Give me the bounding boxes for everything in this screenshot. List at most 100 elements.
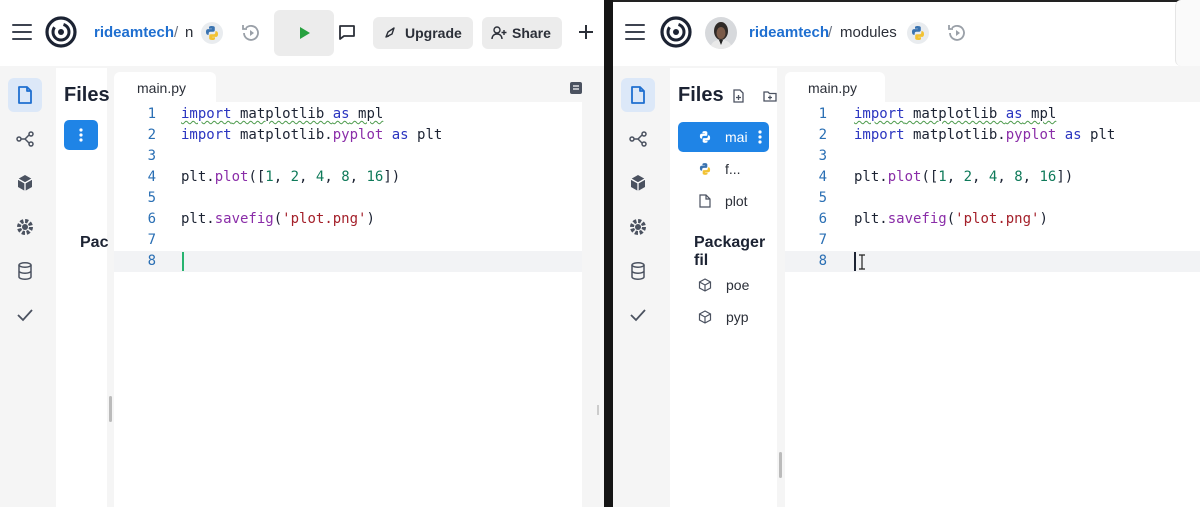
editor-line[interactable]: 3 [114,146,582,167]
code-line: plt.savefig('plot.png') [181,209,375,230]
tab-main-py[interactable]: main.py [785,72,885,102]
code-line: import matplotlib.pyplot as plt [854,125,1115,146]
git-icon [16,131,34,147]
code-token: ( [946,211,956,227]
file-item[interactable]: f... [678,154,769,184]
history-icon[interactable] [946,22,968,44]
right-activity-bar [613,68,661,507]
code-token: savefig [214,211,274,227]
breadcrumb-user[interactable]: rideamtech [94,24,174,41]
kebab-icon[interactable] [758,130,762,144]
add-icon[interactable] [578,24,594,40]
code-token: matplotlib. [231,127,333,143]
editor-line[interactable]: 5 [114,188,582,209]
editor-line[interactable]: 6 plt.savefig('plot.png') [114,209,582,230]
line-number: 2 [147,127,156,143]
replit-logo-icon[interactable] [660,16,692,48]
database-tool-button[interactable] [621,254,655,288]
file-name: f... [725,161,741,177]
git-tool-button[interactable] [621,122,655,156]
line-number: 8 [147,253,156,269]
packages-tool-button[interactable] [621,166,655,200]
packager-title: Packager fil [694,234,766,269]
editor-line[interactable]: 5 [785,188,1200,209]
resize-handle[interactable] [109,396,112,422]
git-tool-button[interactable] [8,122,42,156]
code-token: import [181,127,232,143]
editor-line[interactable]: 1 import matplotlib as mpl [785,104,1200,125]
files-tool-button[interactable] [621,78,655,112]
code-token: import [854,127,905,143]
tests-tool-button[interactable] [621,298,655,332]
code-line: plt.plot([1, 2, 4, 8, 16]) [181,167,400,188]
file-item[interactable]: plot [678,186,769,216]
code-token: as [391,127,409,143]
run-button-partial[interactable] [1175,0,1200,66]
files-title: Files [678,84,724,106]
menu-icon[interactable] [625,24,645,40]
code-line: plt.savefig('plot.png') [854,209,1048,230]
avatar[interactable] [705,17,737,49]
rocket-icon [385,27,395,38]
right-header: rideamtech / modules [613,0,1200,66]
code-token: 2 [963,169,973,185]
play-icon [300,27,310,39]
user-avatar-icon [710,22,732,49]
code-token: as [1005,106,1023,122]
editor-line[interactable]: 4 plt.plot([1, 2, 4, 8, 16]) [785,167,1200,188]
code-line: import matplotlib.pyplot as plt [181,125,442,146]
menu-icon[interactable] [12,24,32,40]
breadcrumb-user[interactable]: rideamtech [749,24,829,41]
code-token: import [181,106,232,122]
code-token: plt. [181,169,215,185]
database-tool-button[interactable] [8,254,42,288]
new-folder-icon[interactable] [763,89,777,103]
left-files-panel: Files Pac [56,68,112,507]
code-token: , [273,169,291,185]
split-divider [604,0,613,507]
editor-line[interactable]: 2 import matplotlib.pyplot as plt [785,125,1200,146]
files-tool-button[interactable] [8,78,42,112]
breadcrumb-repl[interactable]: modules [840,24,897,41]
editor-line[interactable]: 6 plt.savefig('plot.png') [785,209,1200,230]
new-file-icon[interactable] [732,89,745,103]
chat-icon[interactable] [338,24,356,41]
editor-line[interactable]: 8 [114,251,582,272]
share-button[interactable]: Share [482,17,562,49]
file-icon [699,194,711,208]
code-token: ) [1039,211,1048,227]
tab-main-py[interactable]: main.py [114,72,216,102]
code-area[interactable]: 1 import matplotlib as mpl 2 import matplo… [785,104,1200,272]
code-token: 1 [938,169,947,185]
git-icon [629,131,647,147]
file-item-main-py[interactable]: mai [678,122,769,152]
left-header: rideamtech / n Upgrade Share [0,0,604,66]
upgrade-button[interactable]: Upgrade [373,17,473,49]
editor-line[interactable]: 3 [785,146,1200,167]
resize-handle[interactable] [779,452,782,478]
run-button[interactable] [274,10,334,56]
gear-icon [17,219,33,235]
line-number: 2 [818,127,827,143]
editor-line[interactable]: 1 import matplotlib as mpl [114,104,582,125]
line-number: 5 [147,190,156,206]
line-number: 6 [147,211,156,227]
minimap-icon[interactable] [569,81,583,95]
file-menu-button[interactable] [64,120,98,150]
settings-tool-button[interactable] [621,210,655,244]
history-icon[interactable] [240,22,262,44]
breadcrumb-repl[interactable]: n [185,24,193,41]
collapse-handle[interactable] [597,405,599,415]
editor-line[interactable]: 4 plt.plot([1, 2, 4, 8, 16]) [114,167,582,188]
code-area[interactable]: 1 import matplotlib as mpl 2 import matplo… [114,104,582,272]
editor-line[interactable]: 7 [114,230,582,251]
packager-title: Pac [80,234,109,251]
packages-tool-button[interactable] [8,166,42,200]
gear-icon [630,219,646,235]
editor-line[interactable]: 2 import matplotlib.pyplot as plt [114,125,582,146]
tests-tool-button[interactable] [8,298,42,332]
settings-tool-button[interactable] [8,210,42,244]
editor-line[interactable]: 7 [785,230,1200,251]
replit-logo-icon[interactable] [45,16,77,48]
editor-line[interactable]: 8 [785,251,1200,272]
